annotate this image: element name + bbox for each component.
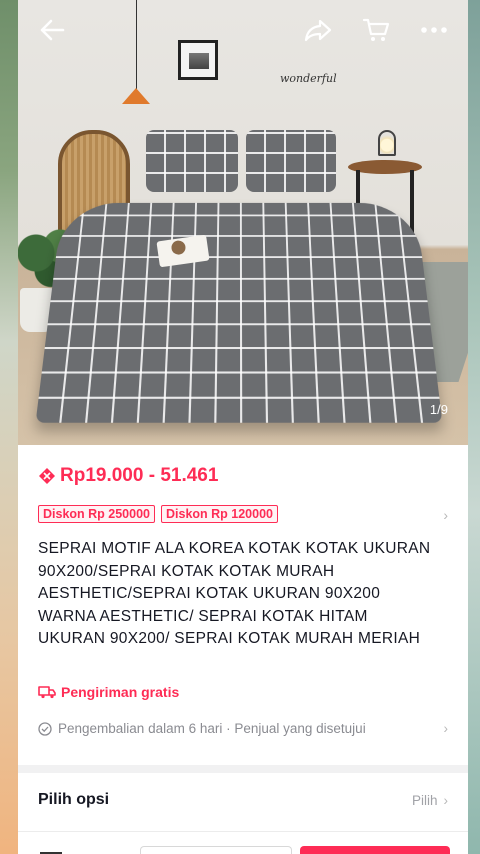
chevron-right-icon: › xyxy=(443,792,449,808)
chevron-right-icon: › xyxy=(443,721,449,736)
share-icon[interactable] xyxy=(302,14,334,46)
section-divider xyxy=(18,765,468,773)
buy-now-button[interactable] xyxy=(300,846,450,854)
discount-badges[interactable]: Diskon Rp 250000 Diskon Rp 120000 xyxy=(38,505,284,523)
product-sheet: wonderful 1/9 Rp19.000 - 51.461 Diskon R… xyxy=(18,0,468,854)
image-counter: 1/9 xyxy=(429,402,448,417)
discount-badge: Diskon Rp 120000 xyxy=(161,505,278,523)
truck-icon xyxy=(38,686,56,699)
checked-bedsheet xyxy=(35,202,443,423)
pillow xyxy=(246,130,336,192)
options-title: Pilih opsi xyxy=(38,791,110,808)
pillow xyxy=(146,130,238,192)
product-title: SEPRAI MOTIF ALA KOREA KOTAK KOTAK UKURA… xyxy=(38,540,431,647)
options-value-label: Pilih xyxy=(411,792,438,808)
shipping-label: Pengiriman gratis xyxy=(61,684,180,700)
options-value: Pilih › xyxy=(412,793,448,808)
pendant-lamp xyxy=(122,88,150,104)
discount-badge: Diskon Rp 250000 xyxy=(38,505,155,523)
product-image-gallery[interactable]: wonderful 1/9 xyxy=(18,0,468,445)
background-right-edge xyxy=(468,0,480,854)
bottom-action-bar xyxy=(18,831,468,854)
flash-sale-icon xyxy=(39,468,55,484)
top-navigation-bar xyxy=(18,0,468,60)
price-row: Rp19.000 - 51.461 xyxy=(38,465,218,487)
back-arrow-icon[interactable] xyxy=(36,14,68,46)
cart-icon[interactable] xyxy=(360,14,392,46)
free-shipping-row[interactable]: Pengiriman gratis xyxy=(38,684,179,700)
chevron-right-icon[interactable]: › xyxy=(443,507,448,523)
table-lamp xyxy=(378,130,396,156)
check-circle-icon xyxy=(38,721,52,736)
wall-decal-text: wonderful xyxy=(280,72,337,85)
returns-row[interactable]: Pengembalian dalam 6 hari · Penjual yang… xyxy=(38,721,448,736)
returns-label: Pengembalian dalam 6 hari · Penjual yang… xyxy=(58,721,366,736)
background-left-edge xyxy=(0,0,18,854)
price-range: Rp19.000 - 51.461 xyxy=(60,465,219,486)
options-row[interactable]: Pilih opsi Pilih › xyxy=(38,791,448,809)
more-options-icon[interactable] xyxy=(418,14,450,46)
add-to-cart-button[interactable] xyxy=(140,846,292,854)
